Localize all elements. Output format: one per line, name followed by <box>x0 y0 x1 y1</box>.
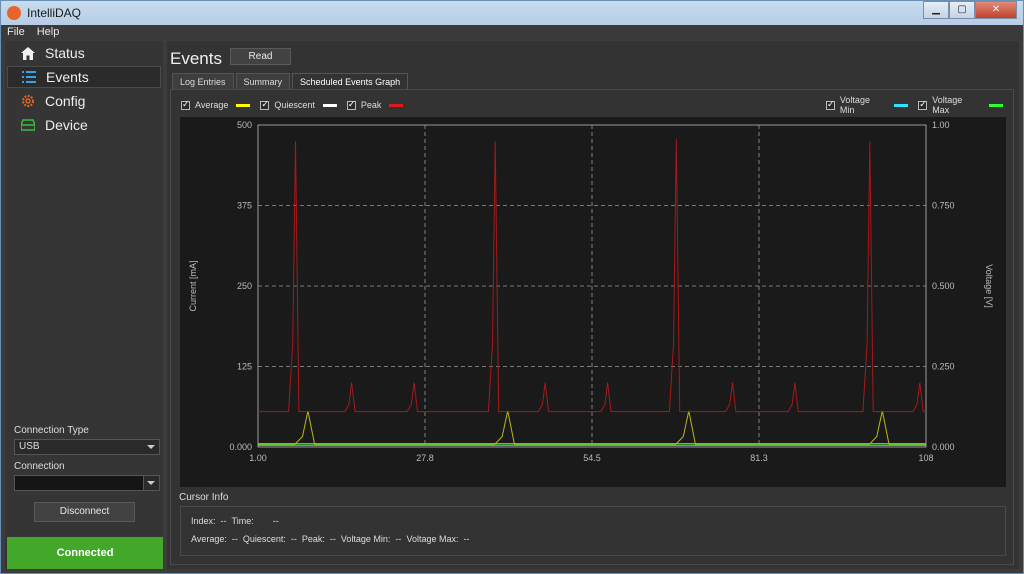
page-title: Events <box>170 49 222 68</box>
gear-icon <box>22 95 34 107</box>
menu-help[interactable]: Help <box>31 25 66 40</box>
y-tick-label: 375 <box>237 201 252 211</box>
tab-log-entries[interactable]: Log Entries <box>172 73 234 90</box>
voltage-min-checkbox[interactable] <box>826 99 835 110</box>
voltage-max-checkbox[interactable] <box>918 99 928 110</box>
y-axis-label: Current [mA] <box>188 260 198 311</box>
maximize-button[interactable]: ▢ <box>949 1 975 19</box>
sidebar: Status Events Config Device Connection T… <box>5 41 163 569</box>
legend-label-voltage-min: Voltage Min <box>839 95 870 115</box>
voltage-max-value: -- <box>463 534 470 544</box>
y2-tick-label: 0.000 <box>932 442 955 452</box>
x-tick-label: 1.00 <box>249 453 267 463</box>
voltage-min-value: -- <box>395 534 402 544</box>
cursor-info-title: Cursor Info <box>179 492 229 503</box>
tab-scheduled-events-graph[interactable]: Scheduled Events Graph <box>292 73 409 90</box>
x-tick-label: 108 <box>918 453 933 463</box>
average-swatch <box>236 103 251 107</box>
connection-type-label: Connection Type <box>14 425 89 436</box>
legend-label-average: Average <box>195 100 229 110</box>
minimize-button[interactable]: ▁ <box>923 1 949 19</box>
read-button[interactable]: Read <box>230 48 291 65</box>
quiescent-swatch <box>322 103 337 107</box>
legend-label-quiescent: Quiescent <box>274 100 315 110</box>
app-window: IntelliDAQ ▁ ▢ ✕ File Help Status Events… <box>0 0 1024 574</box>
title-bar[interactable]: IntelliDAQ ▁ ▢ ✕ <box>1 1 1023 25</box>
average-checkbox[interactable] <box>181 99 190 110</box>
tab-bar: Log Entries Summary Scheduled Events Gra… <box>172 73 410 90</box>
voltage-min-label: Voltage Min: <box>340 534 391 544</box>
events-chart[interactable]: 1.00 27.8 54.5 81.3 1080.0001252503755000.00… <box>180 117 1006 487</box>
quiescent-value: -- <box>290 534 297 544</box>
x-tick-label: 27.8 <box>416 453 434 463</box>
voltage-min-swatch <box>894 103 909 107</box>
x-tick-label: 81.3 <box>750 453 768 463</box>
sidebar-item-label: Status <box>45 45 85 61</box>
peak-label: Peak: <box>301 534 325 544</box>
connection-type-value: USB <box>19 441 40 452</box>
voltage-max-label: Voltage Max: <box>406 534 459 544</box>
average-value: -- <box>231 534 238 544</box>
device-icon <box>21 119 35 131</box>
y2-axis-label: Voltage [V] <box>984 264 994 308</box>
sidebar-item-label: Events <box>46 69 89 85</box>
menu-file[interactable]: File <box>1 25 31 40</box>
voltage-max-swatch <box>989 103 1003 107</box>
y2-tick-label: 0.250 <box>932 362 955 372</box>
chevron-down-icon <box>147 445 155 449</box>
cursor-info-box: Index: -- Time: -- Average: -- Quiescent… <box>180 506 1006 556</box>
x-tick-label: 54.5 <box>583 453 601 463</box>
main-content: Events Read Log Entries Summary Schedule… <box>167 41 1019 569</box>
app-logo-icon <box>7 6 21 20</box>
y2-tick-label: 0.500 <box>932 281 955 291</box>
chevron-down-icon <box>147 481 155 485</box>
average-label: Average: <box>191 534 227 544</box>
y-tick-label: 125 <box>237 362 252 372</box>
y2-tick-label: 0.750 <box>932 201 955 211</box>
list-icon <box>22 71 36 83</box>
legend-right: Voltage Min Voltage Max <box>826 95 1013 115</box>
time-label: Time: <box>231 516 254 526</box>
y2-tick-label: 1.00 <box>932 120 950 130</box>
sidebar-item-label: Config <box>45 93 86 109</box>
sidebar-item-status[interactable]: Status <box>7 42 161 64</box>
legend-label-peak: Peak <box>360 100 382 110</box>
connection-status-badge: Connected <box>7 537 163 569</box>
graph-panel: Average Quiescent Peak Voltage Min Volta… <box>170 89 1014 565</box>
y-tick-label: 500 <box>237 120 252 130</box>
connection-type-select[interactable]: USB <box>14 439 160 455</box>
events-graph[interactable]: 1.00 27.8 54.5 81.3 108 0.000 125 250 375 500 0.00… <box>180 117 1006 487</box>
window-title: IntelliDAQ <box>27 6 82 20</box>
close-button[interactable]: ✕ <box>975 1 1017 19</box>
time-value: -- <box>272 516 279 526</box>
peak-checkbox[interactable] <box>346 99 356 110</box>
y-tick-label: 250 <box>237 281 252 291</box>
sidebar-item-device[interactable]: Device <box>7 114 161 136</box>
sidebar-item-config[interactable]: Config <box>7 90 161 112</box>
index-label: Index: <box>191 516 216 526</box>
legend-label-voltage-max: Voltage Max <box>932 95 963 115</box>
disconnect-button[interactable]: Disconnect <box>34 502 135 522</box>
y-tick-label: 0.000 <box>229 442 252 452</box>
legend-left: Average Quiescent Peak <box>181 98 413 112</box>
quiescent-checkbox[interactable] <box>260 99 270 110</box>
connection-label: Connection <box>14 461 65 472</box>
home-icon <box>21 46 35 60</box>
sidebar-item-label: Device <box>45 117 88 133</box>
quiescent-label: Quiescent: <box>242 534 286 544</box>
peak-value: -- <box>329 534 336 544</box>
connection-select[interactable] <box>14 475 160 491</box>
peak-swatch <box>389 103 404 107</box>
tab-summary[interactable]: Summary <box>235 73 291 90</box>
sidebar-item-events[interactable]: Events <box>7 66 161 88</box>
index-value: -- <box>220 516 227 526</box>
menu-bar: File Help <box>1 25 1023 40</box>
